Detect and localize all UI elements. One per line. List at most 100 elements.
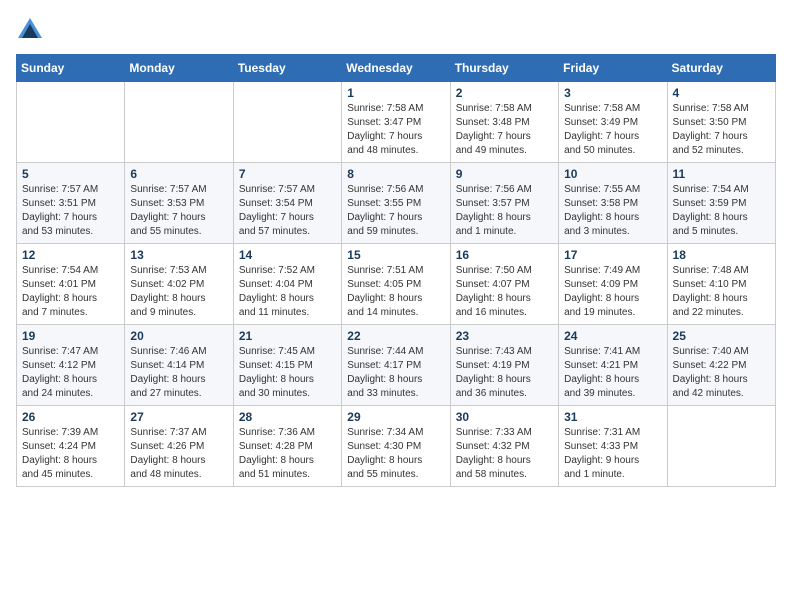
weekday-header: Thursday bbox=[450, 55, 558, 82]
calendar-cell: 13 Sunrise: 7:53 AM Sunset: 4:02 PM Dayli… bbox=[125, 244, 233, 325]
day-number: 27 bbox=[130, 410, 227, 424]
day-number: 22 bbox=[347, 329, 444, 343]
day-info: Sunrise: 7:49 AM Sunset: 4:09 PM Dayligh… bbox=[564, 264, 661, 320]
calendar-cell: 6 Sunrise: 7:57 AM Sunset: 3:53 PM Daylig… bbox=[125, 163, 233, 244]
day-number: 19 bbox=[22, 329, 119, 343]
day-info: Sunrise: 7:43 AM Sunset: 4:19 PM Dayligh… bbox=[456, 345, 553, 401]
calendar-week-row: 26 Sunrise: 7:39 AM Sunset: 4:24 PM Dayli… bbox=[17, 406, 776, 487]
calendar-cell: 9 Sunrise: 7:56 AM Sunset: 3:57 PM Daylig… bbox=[450, 163, 558, 244]
day-info: Sunrise: 7:57 AM Sunset: 3:53 PM Dayligh… bbox=[130, 183, 227, 239]
calendar-cell bbox=[17, 82, 125, 163]
day-number: 11 bbox=[673, 167, 770, 181]
calendar-cell: 7 Sunrise: 7:57 AM Sunset: 3:54 PM Daylig… bbox=[233, 163, 341, 244]
day-number: 14 bbox=[239, 248, 336, 262]
day-info: Sunrise: 7:57 AM Sunset: 3:54 PM Dayligh… bbox=[239, 183, 336, 239]
day-number: 18 bbox=[673, 248, 770, 262]
day-info: Sunrise: 7:40 AM Sunset: 4:22 PM Dayligh… bbox=[673, 345, 770, 401]
day-number: 28 bbox=[239, 410, 336, 424]
calendar-cell: 25 Sunrise: 7:40 AM Sunset: 4:22 PM Dayli… bbox=[667, 325, 775, 406]
calendar-cell: 8 Sunrise: 7:56 AM Sunset: 3:55 PM Daylig… bbox=[342, 163, 450, 244]
day-info: Sunrise: 7:54 AM Sunset: 3:59 PM Dayligh… bbox=[673, 183, 770, 239]
day-info: Sunrise: 7:58 AM Sunset: 3:50 PM Dayligh… bbox=[673, 102, 770, 158]
calendar-cell: 27 Sunrise: 7:37 AM Sunset: 4:26 PM Dayli… bbox=[125, 406, 233, 487]
calendar-table: SundayMondayTuesdayWednesdayThursdayFrid… bbox=[16, 54, 776, 487]
calendar-cell: 1Sunrise: 7:58 AM Sunset: 3:47 PM Daylig… bbox=[342, 82, 450, 163]
day-number: 26 bbox=[22, 410, 119, 424]
calendar-cell: 23 Sunrise: 7:43 AM Sunset: 4:19 PM Dayli… bbox=[450, 325, 558, 406]
calendar-cell: 28 Sunrise: 7:36 AM Sunset: 4:28 PM Dayli… bbox=[233, 406, 341, 487]
day-info: Sunrise: 7:39 AM Sunset: 4:24 PM Dayligh… bbox=[22, 426, 119, 482]
page-header bbox=[16, 16, 776, 44]
calendar-cell: 29Sunrise: 7:34 AM Sunset: 4:30 PM Dayli… bbox=[342, 406, 450, 487]
day-info: Sunrise: 7:58 AM Sunset: 3:48 PM Dayligh… bbox=[456, 102, 553, 158]
day-number: 12 bbox=[22, 248, 119, 262]
day-info: Sunrise: 7:52 AM Sunset: 4:04 PM Dayligh… bbox=[239, 264, 336, 320]
calendar-header-row: SundayMondayTuesdayWednesdayThursdayFrid… bbox=[17, 55, 776, 82]
day-info: Sunrise: 7:51 AM Sunset: 4:05 PM Dayligh… bbox=[347, 264, 444, 320]
calendar-cell: 18 Sunrise: 7:48 AM Sunset: 4:10 PM Dayli… bbox=[667, 244, 775, 325]
weekday-header: Friday bbox=[559, 55, 667, 82]
calendar-week-row: 19 Sunrise: 7:47 AM Sunset: 4:12 PM Dayli… bbox=[17, 325, 776, 406]
day-info: Sunrise: 7:34 AM Sunset: 4:30 PM Dayligh… bbox=[347, 426, 444, 482]
calendar-cell: 12 Sunrise: 7:54 AM Sunset: 4:01 PM Dayli… bbox=[17, 244, 125, 325]
day-info: Sunrise: 7:37 AM Sunset: 4:26 PM Dayligh… bbox=[130, 426, 227, 482]
day-info: Sunrise: 7:56 AM Sunset: 3:57 PM Dayligh… bbox=[456, 183, 553, 239]
day-number: 21 bbox=[239, 329, 336, 343]
day-number: 20 bbox=[130, 329, 227, 343]
day-info: Sunrise: 7:53 AM Sunset: 4:02 PM Dayligh… bbox=[130, 264, 227, 320]
calendar-cell: 17Sunrise: 7:49 AM Sunset: 4:09 PM Dayli… bbox=[559, 244, 667, 325]
calendar-cell: 4 Sunrise: 7:58 AM Sunset: 3:50 PM Daylig… bbox=[667, 82, 775, 163]
day-number: 30 bbox=[456, 410, 553, 424]
day-number: 7 bbox=[239, 167, 336, 181]
day-number: 1 bbox=[347, 86, 444, 100]
calendar-cell: 15 Sunrise: 7:51 AM Sunset: 4:05 PM Dayli… bbox=[342, 244, 450, 325]
calendar-cell: 21 Sunrise: 7:45 AM Sunset: 4:15 PM Dayli… bbox=[233, 325, 341, 406]
day-number: 6 bbox=[130, 167, 227, 181]
weekday-header: Monday bbox=[125, 55, 233, 82]
day-number: 15 bbox=[347, 248, 444, 262]
day-info: Sunrise: 7:36 AM Sunset: 4:28 PM Dayligh… bbox=[239, 426, 336, 482]
logo bbox=[16, 16, 48, 44]
day-info: Sunrise: 7:48 AM Sunset: 4:10 PM Dayligh… bbox=[673, 264, 770, 320]
day-number: 9 bbox=[456, 167, 553, 181]
calendar-cell: 3 Sunrise: 7:58 AM Sunset: 3:49 PM Daylig… bbox=[559, 82, 667, 163]
weekday-header: Wednesday bbox=[342, 55, 450, 82]
calendar-cell: 2 Sunrise: 7:58 AM Sunset: 3:48 PM Daylig… bbox=[450, 82, 558, 163]
calendar-cell: 24 Sunrise: 7:41 AM Sunset: 4:21 PM Dayli… bbox=[559, 325, 667, 406]
calendar-cell bbox=[667, 406, 775, 487]
day-number: 10 bbox=[564, 167, 661, 181]
day-info: Sunrise: 7:47 AM Sunset: 4:12 PM Dayligh… bbox=[22, 345, 119, 401]
day-number: 25 bbox=[673, 329, 770, 343]
calendar-cell: 19 Sunrise: 7:47 AM Sunset: 4:12 PM Dayli… bbox=[17, 325, 125, 406]
calendar-cell bbox=[233, 82, 341, 163]
calendar-cell: 5Sunrise: 7:57 AM Sunset: 3:51 PM Daylig… bbox=[17, 163, 125, 244]
day-info: Sunrise: 7:56 AM Sunset: 3:55 PM Dayligh… bbox=[347, 183, 444, 239]
logo-icon bbox=[16, 16, 44, 44]
day-info: Sunrise: 7:57 AM Sunset: 3:51 PM Dayligh… bbox=[22, 183, 119, 239]
day-number: 8 bbox=[347, 167, 444, 181]
day-info: Sunrise: 7:54 AM Sunset: 4:01 PM Dayligh… bbox=[22, 264, 119, 320]
day-number: 13 bbox=[130, 248, 227, 262]
day-info: Sunrise: 7:45 AM Sunset: 4:15 PM Dayligh… bbox=[239, 345, 336, 401]
weekday-header: Tuesday bbox=[233, 55, 341, 82]
calendar-cell: 22Sunrise: 7:44 AM Sunset: 4:17 PM Dayli… bbox=[342, 325, 450, 406]
calendar-cell: 20 Sunrise: 7:46 AM Sunset: 4:14 PM Dayli… bbox=[125, 325, 233, 406]
calendar-cell: 11 Sunrise: 7:54 AM Sunset: 3:59 PM Dayli… bbox=[667, 163, 775, 244]
calendar-cell: 30Sunrise: 7:33 AM Sunset: 4:32 PM Dayli… bbox=[450, 406, 558, 487]
calendar-cell bbox=[125, 82, 233, 163]
calendar-cell: 16Sunrise: 7:50 AM Sunset: 4:07 PM Dayli… bbox=[450, 244, 558, 325]
day-info: Sunrise: 7:58 AM Sunset: 3:49 PM Dayligh… bbox=[564, 102, 661, 158]
day-number: 24 bbox=[564, 329, 661, 343]
weekday-header: Saturday bbox=[667, 55, 775, 82]
day-info: Sunrise: 7:46 AM Sunset: 4:14 PM Dayligh… bbox=[130, 345, 227, 401]
day-info: Sunrise: 7:41 AM Sunset: 4:21 PM Dayligh… bbox=[564, 345, 661, 401]
day-number: 2 bbox=[456, 86, 553, 100]
day-info: Sunrise: 7:31 AM Sunset: 4:33 PM Dayligh… bbox=[564, 426, 661, 482]
day-number: 16 bbox=[456, 248, 553, 262]
day-number: 23 bbox=[456, 329, 553, 343]
day-info: Sunrise: 7:55 AM Sunset: 3:58 PM Dayligh… bbox=[564, 183, 661, 239]
day-number: 4 bbox=[673, 86, 770, 100]
day-number: 3 bbox=[564, 86, 661, 100]
calendar-cell: 14 Sunrise: 7:52 AM Sunset: 4:04 PM Dayli… bbox=[233, 244, 341, 325]
calendar-week-row: 12 Sunrise: 7:54 AM Sunset: 4:01 PM Dayli… bbox=[17, 244, 776, 325]
